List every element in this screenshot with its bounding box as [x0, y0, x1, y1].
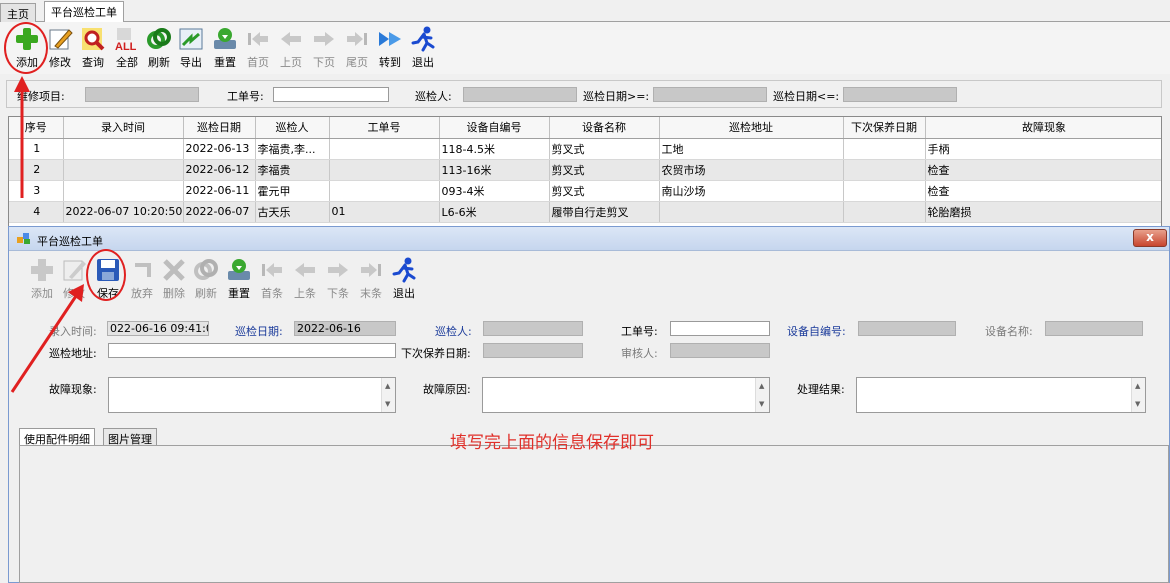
arrow-diag-line — [10, 295, 78, 393]
arrow-diag-head — [68, 284, 84, 302]
annotation-arrows — [10, 76, 84, 393]
arrow-up-head — [14, 76, 30, 92]
